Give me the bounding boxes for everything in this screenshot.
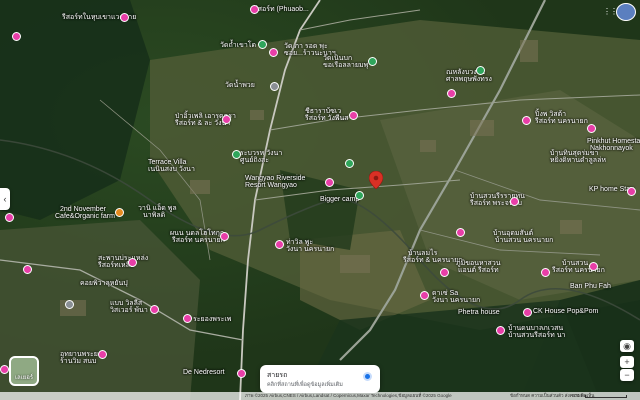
poi-marker-icon[interactable] bbox=[349, 111, 358, 120]
map-label[interactable]: ศูนย์ถิงสะ bbox=[240, 157, 269, 165]
map-label[interactable]: รีสอร์ท & นครนายก bbox=[403, 257, 462, 265]
poi-marker-icon[interactable] bbox=[150, 305, 159, 314]
poi-marker-icon[interactable] bbox=[250, 5, 259, 14]
poi-marker-icon[interactable] bbox=[128, 258, 137, 267]
poi-marker-icon[interactable] bbox=[65, 300, 74, 309]
place-card-subtitle: คลิกที่สถานที่เพื่อดูข้อมูลเพิ่มเติม bbox=[267, 382, 343, 388]
poi-marker-icon[interactable] bbox=[522, 116, 531, 125]
layers-label: เลเยอร์ bbox=[14, 375, 34, 381]
map-label[interactable]: บ้านสวน นครนายก bbox=[495, 237, 553, 245]
poi-marker-icon[interactable] bbox=[120, 13, 129, 22]
poi-marker-icon[interactable] bbox=[12, 32, 21, 41]
poi-marker-icon[interactable] bbox=[587, 124, 596, 133]
place-info-card[interactable]: สายรถ คลิกที่สถานที่เพื่อดูข้อมูลเพิ่มเต… bbox=[260, 365, 380, 393]
map-label[interactable]: รีสอร์ท วังพีนส bbox=[305, 115, 349, 123]
poi-marker-icon[interactable] bbox=[476, 66, 485, 75]
location-dot-icon bbox=[363, 372, 372, 381]
poi-marker-icon[interactable] bbox=[456, 228, 465, 237]
map-label[interactable]: บ้านสวนรีสอร์ท นา bbox=[508, 332, 565, 340]
map-footer: ภาพ ©2025 Airbus,CNES / Airbus,Landsat /… bbox=[0, 392, 640, 400]
poi-marker-icon[interactable] bbox=[496, 326, 505, 335]
map-label[interactable]: รีสอร์ท นครนายก bbox=[172, 237, 225, 245]
poi-marker-icon[interactable] bbox=[269, 48, 278, 57]
map-label[interactable]: Ban Phu Fah bbox=[570, 283, 611, 291]
map-label[interactable]: วัดน้ำพวย bbox=[225, 82, 255, 90]
location-pin-icon[interactable] bbox=[369, 171, 383, 189]
account-avatar[interactable] bbox=[616, 3, 636, 21]
poi-marker-icon[interactable] bbox=[258, 40, 267, 49]
map-label[interactable]: รีสอร์ท นครนายก bbox=[535, 118, 588, 126]
map-label[interactable]: แอนต์ รีสอร์ท bbox=[458, 267, 499, 275]
poi-marker-icon[interactable] bbox=[222, 115, 231, 124]
map-label[interactable]: วิสเวอร์ พ้นา bbox=[110, 307, 148, 315]
map-label[interactable]: วัดถ้ำเขาโด bbox=[220, 42, 256, 50]
side-panel-toggle[interactable]: ‹ bbox=[0, 188, 10, 210]
poi-marker-icon[interactable] bbox=[325, 178, 334, 187]
map-label[interactable]: Resort Wangyao bbox=[245, 182, 297, 190]
poi-marker-icon[interactable] bbox=[270, 82, 279, 91]
map-label[interactable]: วังนา นครนายก bbox=[432, 297, 480, 305]
poi-marker-icon[interactable] bbox=[420, 291, 429, 300]
poi-marker-icon[interactable] bbox=[523, 308, 532, 317]
poi-marker-icon[interactable] bbox=[115, 208, 124, 217]
map-label[interactable]: รีสอร์ท (Phuaob... bbox=[254, 6, 309, 14]
compass-button[interactable]: ◉ bbox=[620, 340, 634, 352]
poi-marker-icon[interactable] bbox=[183, 314, 192, 323]
map-label[interactable]: ศาลพฤษพังทรง bbox=[446, 76, 492, 84]
map-label[interactable]: De Nedresort bbox=[183, 369, 225, 377]
poi-marker-icon[interactable] bbox=[345, 159, 354, 168]
map-label[interactable]: ร้านวิม สนบ bbox=[60, 358, 96, 366]
poi-marker-icon[interactable] bbox=[589, 262, 598, 271]
map-label[interactable]: Phetra house bbox=[458, 309, 500, 317]
satellite-map[interactable]: รีสอร์ทในหุบเขาแวดลาย รีสอร์ท (Phuaob... ว… bbox=[0, 0, 640, 400]
poi-marker-icon[interactable] bbox=[541, 268, 550, 277]
poi-marker-icon[interactable] bbox=[275, 240, 284, 249]
poi-marker-icon[interactable] bbox=[0, 365, 9, 374]
layers-button[interactable]: เลเยอร์ bbox=[9, 356, 39, 386]
poi-marker-icon[interactable] bbox=[627, 187, 636, 196]
zoom-out-button[interactable]: − bbox=[620, 369, 634, 381]
poi-marker-icon[interactable] bbox=[98, 350, 107, 359]
poi-marker-icon[interactable] bbox=[23, 265, 32, 274]
attribution-text: ภาพ ©2025 Airbus,CNES / Airbus,Landsat /… bbox=[245, 393, 452, 398]
map-label[interactable]: นาพิลดิ bbox=[143, 212, 165, 220]
poi-marker-icon[interactable] bbox=[5, 213, 14, 222]
map-label[interactable]: ขอเรือลลายมพุ bbox=[323, 62, 368, 70]
poi-marker-icon[interactable] bbox=[232, 150, 241, 159]
poi-marker-icon[interactable] bbox=[220, 232, 229, 241]
zoom-in-button[interactable]: + bbox=[620, 356, 634, 368]
map-label[interactable]: วังนา นครนายก bbox=[286, 246, 334, 254]
map-label[interactable]: ระยองพระเพ bbox=[193, 316, 231, 324]
map-label[interactable]: หยิ่งดิหานดำลูลล่ห bbox=[550, 157, 606, 165]
map-label[interactable]: CK House Pop&Pom bbox=[533, 308, 598, 316]
map-label[interactable]: Bigger camp bbox=[320, 196, 359, 204]
place-card-title: สายรถ bbox=[267, 372, 288, 379]
poi-marker-icon[interactable] bbox=[368, 57, 377, 66]
poi-marker-icon[interactable] bbox=[440, 268, 449, 277]
map-label[interactable]: Cafe&Organic farm bbox=[55, 213, 115, 221]
map-label[interactable]: คอยพิวาลุหยันปุ bbox=[80, 280, 128, 288]
poi-marker-icon[interactable] bbox=[447, 89, 456, 98]
scale-label: 500 ม. bbox=[572, 393, 585, 398]
scale-bar bbox=[585, 395, 627, 398]
map-label[interactable]: เนนินสงบ วังนา bbox=[148, 166, 195, 174]
poi-marker-icon[interactable] bbox=[510, 197, 519, 206]
poi-marker-icon[interactable] bbox=[237, 369, 246, 378]
poi-marker-icon[interactable] bbox=[355, 191, 364, 200]
